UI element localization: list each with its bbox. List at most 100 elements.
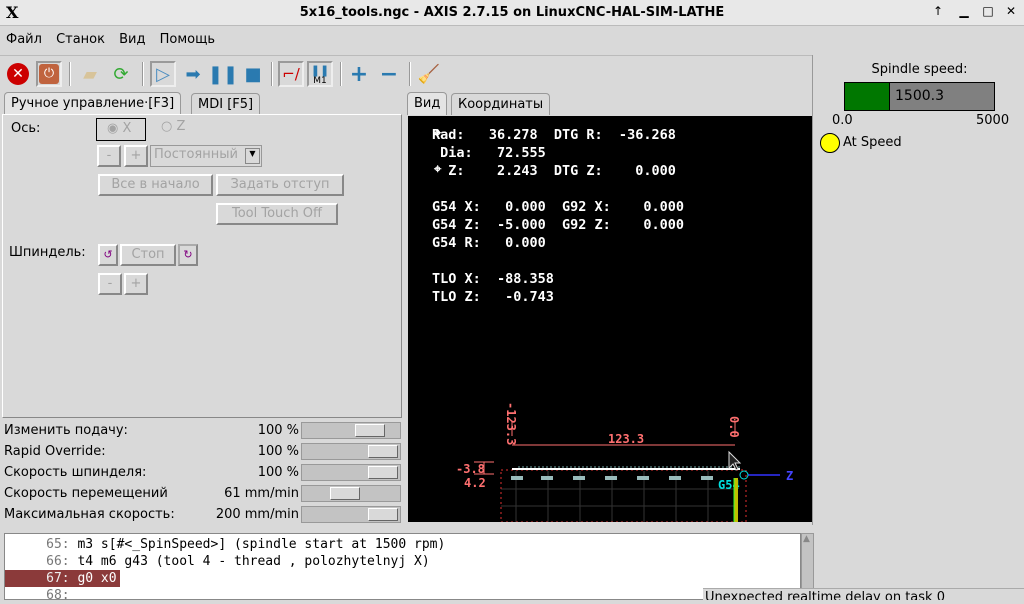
title-bar: X 5x16_tools.ngc - AXIS 2.7.15 on LinuxC… bbox=[0, 0, 1024, 26]
spindle-reverse-icon[interactable]: ↺ bbox=[98, 244, 118, 266]
spindle-min: 0.0 bbox=[832, 113, 853, 128]
max-velocity-value: 200 mm/min bbox=[215, 507, 299, 522]
rapid-override-label: Rapid Override: bbox=[4, 444, 106, 459]
optional-stop-icon[interactable]: ❚❚ M1 bbox=[307, 61, 333, 87]
spindle-override-value: 100 % bbox=[257, 465, 299, 480]
feed-override-row: Изменить подачу: 100 % bbox=[4, 420, 402, 441]
dim-left-bottom: 4.2 bbox=[464, 476, 486, 490]
gcode-listing[interactable]: 65: m3 s[#<_SpinSpeed>] (spindle start a… bbox=[4, 533, 801, 603]
line-code: t4 m6 g43 (tool 4 - thread , polozhyteln… bbox=[77, 554, 430, 569]
spindle-speed-label: Spindle speed: bbox=[871, 62, 968, 77]
slider-handle[interactable] bbox=[355, 424, 386, 437]
spindle-speed-value: 1500.3 bbox=[895, 88, 944, 104]
status-bar: Unexpected realtime delay on task 0 bbox=[703, 588, 1024, 600]
spindle-minus-button[interactable]: - bbox=[98, 273, 122, 295]
zoom-out-icon[interactable]: − bbox=[376, 61, 402, 87]
menu-help[interactable]: Помощь bbox=[154, 28, 219, 47]
at-speed-label: At Speed bbox=[843, 135, 902, 150]
manual-panel: Ось: ◉ X ○ Z - + Постоянный ▼ Все в начал… bbox=[2, 114, 402, 418]
tab-mdi[interactable]: MDI [F5] bbox=[191, 93, 261, 115]
tab-coordinates[interactable]: Координаты bbox=[451, 93, 551, 115]
run-icon[interactable]: ▷ bbox=[150, 61, 176, 87]
jog-mode-value: Постоянный bbox=[154, 147, 238, 162]
slider-handle[interactable] bbox=[368, 508, 398, 521]
spindle-stop-button[interactable]: Стоп bbox=[120, 244, 176, 266]
stop-icon[interactable]: ■ bbox=[240, 61, 266, 87]
maximize-up-icon[interactable]: ↑ bbox=[930, 4, 946, 18]
spindle-forward-icon[interactable]: ↻ bbox=[178, 244, 198, 266]
max-velocity-row: Максимальная скорость: 200 mm/min bbox=[4, 504, 402, 525]
feed-override-value: 100 % bbox=[257, 423, 299, 438]
scroll-up-icon[interactable]: ▲ bbox=[803, 534, 810, 544]
spindle-speed-bar: 1500.3 bbox=[844, 82, 995, 111]
spindle-speed-fill bbox=[845, 83, 890, 110]
menu-view[interactable]: Вид bbox=[113, 28, 149, 47]
dim-length: 123.3 bbox=[608, 432, 644, 446]
axis-x-radio[interactable]: ◉ X bbox=[96, 118, 146, 141]
jog-speed-value: 61 mm/min bbox=[224, 486, 299, 501]
tool-touch-off-button[interactable]: Tool Touch Off bbox=[216, 203, 338, 225]
line-number: 67: bbox=[46, 571, 70, 586]
rapid-override-value: 100 % bbox=[257, 444, 299, 459]
gcode-line[interactable]: 68: bbox=[5, 587, 800, 604]
jog-minus-button[interactable]: - bbox=[97, 145, 121, 167]
open-file-icon[interactable]: ▰ bbox=[77, 61, 103, 87]
slider-handle[interactable] bbox=[368, 445, 398, 458]
chevron-down-icon: ▼ bbox=[245, 148, 260, 164]
line-code: m3 s[#<_SpinSpeed>] (spindle start at 15… bbox=[77, 537, 446, 552]
jog-speed-slider[interactable] bbox=[301, 485, 401, 502]
maximize-button[interactable]: □ bbox=[980, 4, 996, 18]
feed-override-label: Изменить подачу: bbox=[4, 423, 128, 438]
dim-zero: 0.0 bbox=[727, 416, 741, 438]
gcode-line[interactable]: 65: m3 s[#<_SpinSpeed>] (spindle start a… bbox=[5, 536, 800, 553]
spindle-label: Шпиндель: bbox=[9, 245, 86, 260]
rapid-override-slider[interactable] bbox=[301, 443, 401, 460]
menu-machine[interactable]: Станок bbox=[50, 28, 109, 47]
spindle-override-slider[interactable] bbox=[301, 464, 401, 481]
tab-manual[interactable]: Ручное управление·[F3] bbox=[4, 92, 182, 115]
dim-x-top: -123.3 bbox=[504, 402, 518, 445]
minimize-button[interactable]: ▁ bbox=[956, 4, 972, 18]
jog-mode-select[interactable]: Постоянный ▼ bbox=[150, 145, 262, 167]
toolbar: ✕ ⏻ ▰ ⟳ ▷ ➡ ❚❚ ■ ⌐/ ❚❚ M1 + − 🧹 bbox=[0, 55, 812, 91]
menu-file[interactable]: Файл bbox=[0, 28, 46, 47]
spindle-override-label: Скорость шпинделя: bbox=[4, 465, 147, 480]
block-delete-icon[interactable]: ⌐/ bbox=[278, 61, 304, 87]
reload-icon[interactable]: ⟳ bbox=[108, 61, 134, 87]
touch-off-button[interactable]: Задать отступ bbox=[216, 174, 344, 196]
step-icon[interactable]: ➡ bbox=[180, 61, 206, 87]
spindle-override-row: Скорость шпинделя: 100 % bbox=[4, 462, 402, 483]
jog-plus-button[interactable]: + bbox=[124, 145, 148, 167]
clear-plot-icon[interactable]: 🧹 bbox=[416, 61, 442, 87]
line-number: 66: bbox=[46, 554, 70, 569]
gcode-line-current[interactable]: 67: g0 x0 bbox=[5, 570, 120, 587]
origin-icon bbox=[739, 470, 749, 480]
m1-label: M1 bbox=[313, 75, 327, 86]
slider-handle[interactable] bbox=[329, 487, 360, 500]
axis-label: Ось: bbox=[11, 121, 41, 136]
axis-z-radio[interactable]: ○ Z bbox=[161, 119, 185, 134]
axis-x-label: X bbox=[122, 121, 132, 136]
max-velocity-label: Максимальная скорость: bbox=[4, 507, 175, 522]
max-velocity-slider[interactable] bbox=[301, 506, 401, 523]
gcode-line[interactable]: 66: t4 m6 g43 (tool 4 - thread , polozhy… bbox=[5, 553, 800, 570]
status-message: Unexpected realtime delay on task 0 bbox=[705, 590, 945, 600]
power-icon[interactable]: ⏻ bbox=[36, 61, 62, 87]
home-all-button[interactable]: Все в начало bbox=[98, 174, 213, 196]
zoom-in-icon[interactable]: + bbox=[346, 61, 372, 87]
feed-override-slider[interactable] bbox=[301, 422, 401, 439]
toolpath-plot[interactable]: -123.3 0.0 123.3 -3.8 4.2 Z G54 bbox=[408, 116, 812, 522]
tool-icon bbox=[734, 478, 738, 522]
z-axis-label: Z bbox=[786, 469, 793, 483]
dro-display[interactable]: ⌖ ⌖ Rad: 36.278 DTG R: -36.268 Dia: 72.5… bbox=[408, 116, 812, 522]
at-speed-indicator-icon bbox=[820, 133, 840, 153]
close-button[interactable]: ✕ bbox=[1003, 4, 1019, 18]
pause-icon[interactable]: ❚❚ bbox=[208, 61, 238, 87]
estop-icon[interactable]: ✕ bbox=[5, 61, 31, 87]
spindle-plus-button[interactable]: + bbox=[124, 273, 148, 295]
dim-left-top: -3.8 bbox=[456, 462, 485, 476]
window-title: 5x16_tools.ngc - AXIS 2.7.15 on LinuxCNC… bbox=[299, 5, 725, 20]
line-code: g0 x0 bbox=[77, 571, 117, 586]
tab-view[interactable]: Вид bbox=[407, 92, 448, 115]
slider-handle[interactable] bbox=[368, 466, 398, 479]
